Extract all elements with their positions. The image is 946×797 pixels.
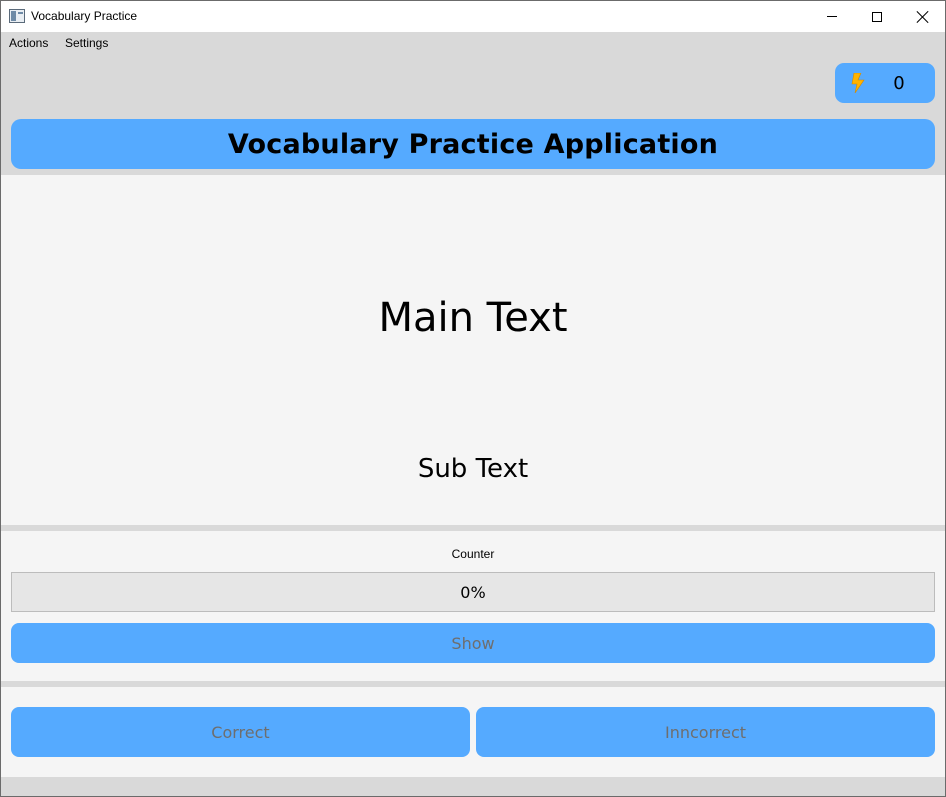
progress-text: 0% [460, 582, 486, 602]
sub-text: Sub Text [417, 454, 529, 484]
menu-actions[interactable]: Actions [9, 36, 48, 50]
streak-badge: 0 [835, 63, 935, 103]
maximize-button[interactable] [854, 1, 900, 32]
maximize-icon [872, 11, 882, 22]
page-title: Vocabulary Practice Application [227, 128, 719, 160]
minimize-icon [827, 16, 837, 17]
incorrect-button[interactable]: Inncorrect [476, 707, 935, 757]
window-title: Vocabulary Practice [31, 9, 138, 23]
correct-button[interactable]: Correct [11, 707, 470, 757]
streak-count: 0 [893, 73, 905, 94]
progress-bar: 0% [11, 572, 935, 612]
close-icon [917, 11, 929, 23]
menu-bar: Actions Settings [1, 32, 945, 53]
title-bar[interactable]: Vocabulary Practice [1, 1, 945, 32]
app-window: Vocabulary Practice Actions Settings 0 V… [0, 0, 946, 797]
close-button[interactable] [900, 1, 945, 32]
show-button[interactable]: Show [11, 623, 935, 663]
main-text: Main Text [378, 295, 568, 341]
answer-panel: Correct Inncorrect [1, 687, 945, 777]
header-banner: Vocabulary Practice Application [11, 119, 935, 169]
menu-settings[interactable]: Settings [65, 36, 108, 50]
counter-panel: Counter 0% Show [1, 531, 945, 681]
lightning-icon [851, 73, 865, 93]
flashcard-panel: Main Text Sub Text [1, 175, 945, 525]
counter-label: Counter [451, 547, 495, 561]
minimize-button[interactable] [809, 1, 855, 32]
app-window-icon [9, 9, 25, 23]
